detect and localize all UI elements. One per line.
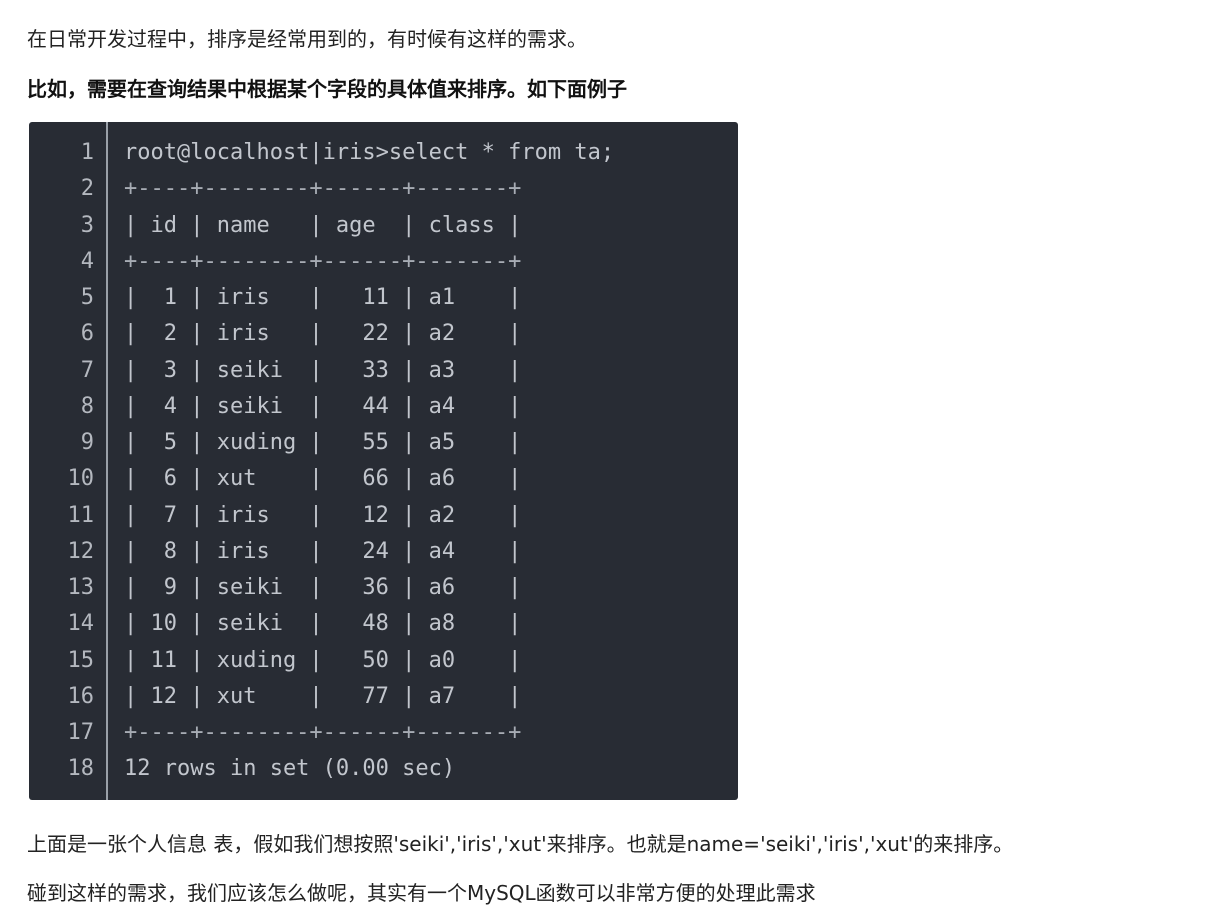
code-line: root@localhost|iris>select * from ta; (124, 140, 615, 165)
code-line: | 2 | iris | 22 | a2 | (124, 321, 522, 347)
code-line: +----+--------+------+-------+ (124, 248, 522, 274)
line-number: 14 (67, 611, 95, 637)
description-paragraph: 上面是一张个人信息 表，假如我们想按照'seiki','iris','xut'来… (27, 832, 1014, 856)
code-block: 1 2 3 4 5 6 7 8 9 10 11 12 13 14 15 16 17 18 root@localho… (29, 122, 738, 800)
line-number: 10 (67, 466, 95, 492)
example-heading: 比如，需要在查询结果中根据某个字段的具体值来排序。如下面例子 (27, 77, 627, 101)
code-line: +----+--------+------+-------+ (124, 176, 522, 202)
line-number: 2 (80, 176, 94, 202)
line-number: 15 (67, 647, 95, 673)
line-number: 6 (80, 321, 94, 347)
code-line: | 8 | iris | 24 | a4 | (124, 538, 522, 564)
code-line: | 6 | xut | 66 | a6 | (124, 466, 522, 492)
line-number: 4 (80, 248, 94, 274)
code-line: | 7 | iris | 12 | a2 | (124, 502, 522, 528)
code-line: | 10 | seiki | 48 | a8 | (124, 611, 522, 637)
line-number: 11 (67, 502, 95, 528)
line-number: 7 (80, 357, 94, 383)
line-number: 17 (67, 720, 95, 745)
code-line: | 4 | seiki | 44 | a4 | (124, 393, 522, 419)
line-number: 3 (80, 212, 94, 238)
line-number: 16 (67, 683, 95, 709)
line-number: 13 (67, 575, 95, 600)
code-line: | id | name | age | class | (124, 212, 522, 238)
line-number: 18 (67, 756, 95, 782)
line-number-gutter: 1 2 3 4 5 6 7 8 9 10 11 12 13 14 15 16 17 18 (29, 122, 108, 800)
line-number: 5 (80, 285, 94, 310)
code-line: | 12 | xut | 77 | a7 | (124, 683, 522, 709)
code-line: +----+--------+------+-------+ (124, 720, 522, 745)
line-number: 12 (67, 538, 95, 564)
question-paragraph: 碰到这样的需求，我们应该怎么做呢，其实有一个MySQL函数可以非常方便的处理此需… (27, 881, 816, 905)
code-line: | 9 | seiki | 36 | a6 | (124, 575, 522, 600)
line-number: 1 (80, 140, 94, 165)
code-line: 12 rows in set (0.00 sec) (124, 756, 456, 782)
code-line: | 1 | iris | 11 | a1 | (124, 285, 522, 310)
code-line: | 5 | xuding | 55 | a5 | (124, 430, 522, 455)
code-line: | 3 | seiki | 33 | a3 | (124, 357, 522, 383)
line-number: 9 (80, 430, 94, 455)
line-number: 8 (80, 393, 94, 419)
intro-paragraph: 在日常开发过程中，排序是经常用到的，有时候有这样的需求。 (27, 27, 587, 51)
code-line: | 11 | xuding | 50 | a0 | (124, 647, 522, 673)
